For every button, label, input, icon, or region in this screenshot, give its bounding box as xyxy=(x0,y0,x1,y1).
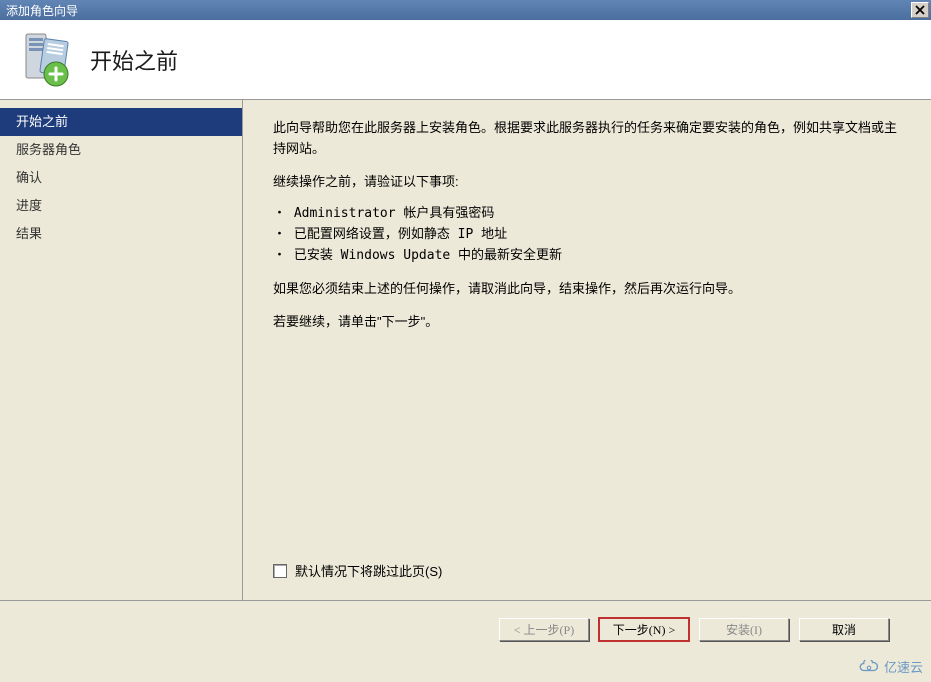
skip-checkbox-label: 默认情况下将跳过此页(S) xyxy=(295,561,442,580)
skip-checkbox[interactable] xyxy=(273,564,287,578)
sidebar-item-confirm[interactable]: 确认 xyxy=(0,164,242,192)
cancel-button[interactable]: 取消 xyxy=(799,618,889,641)
continue-note: 若要继续，请单击"下一步"。 xyxy=(273,312,901,333)
close-button[interactable] xyxy=(911,2,929,18)
titlebar: 添加角色向导 xyxy=(0,0,931,20)
next-button[interactable]: 下一步(N) > xyxy=(599,618,689,641)
sidebar-item-progress[interactable]: 进度 xyxy=(0,192,242,220)
watermark: 亿速云 xyxy=(858,657,923,676)
server-icon xyxy=(20,32,70,88)
sidebar-item-before-begin[interactable]: 开始之前 xyxy=(0,108,242,136)
wizard-steps-sidebar: 开始之前 服务器角色 确认 进度 结果 xyxy=(0,100,243,600)
intro-text: 此向导帮助您在此服务器上安装角色。根据要求此服务器执行的任务来确定要安装的角色，… xyxy=(273,118,901,160)
verify-prompt: 继续操作之前，请验证以下事项: xyxy=(273,172,901,193)
install-button: 安装(I) xyxy=(699,618,789,641)
close-icon xyxy=(915,5,925,15)
sidebar-item-server-roles[interactable]: 服务器角色 xyxy=(0,136,242,164)
bullet-item: Administrator 帐户具有强密码 xyxy=(273,204,901,225)
content-panel: 此向导帮助您在此服务器上安装角色。根据要求此服务器执行的任务来确定要安装的角色，… xyxy=(243,100,931,600)
bullet-item: 已配置网络设置，例如静态 IP 地址 xyxy=(273,225,901,246)
sidebar-item-results[interactable]: 结果 xyxy=(0,220,242,248)
skip-checkbox-row[interactable]: 默认情况下将跳过此页(S) xyxy=(273,561,901,580)
cloud-icon xyxy=(858,660,880,674)
cancel-note: 如果您必须结束上述的任何操作，请取消此向导，结束操作，然后再次运行向导。 xyxy=(273,279,901,300)
bullet-item: 已安装 Windows Update 中的最新安全更新 xyxy=(273,246,901,267)
wizard-header: 开始之前 xyxy=(0,20,931,100)
main-area: 开始之前 服务器角色 确认 进度 结果 此向导帮助您在此服务器上安装角色。根据要… xyxy=(0,100,931,600)
watermark-text: 亿速云 xyxy=(884,657,923,676)
window-title: 添加角色向导 xyxy=(6,2,78,19)
verify-bullets: Administrator 帐户具有强密码 已配置网络设置，例如静态 IP 地址… xyxy=(273,204,901,266)
page-title: 开始之前 xyxy=(90,44,178,76)
wizard-footer: < 上一步(P) 下一步(N) > 安装(I) 取消 xyxy=(0,600,931,658)
previous-button: < 上一步(P) xyxy=(499,618,589,641)
